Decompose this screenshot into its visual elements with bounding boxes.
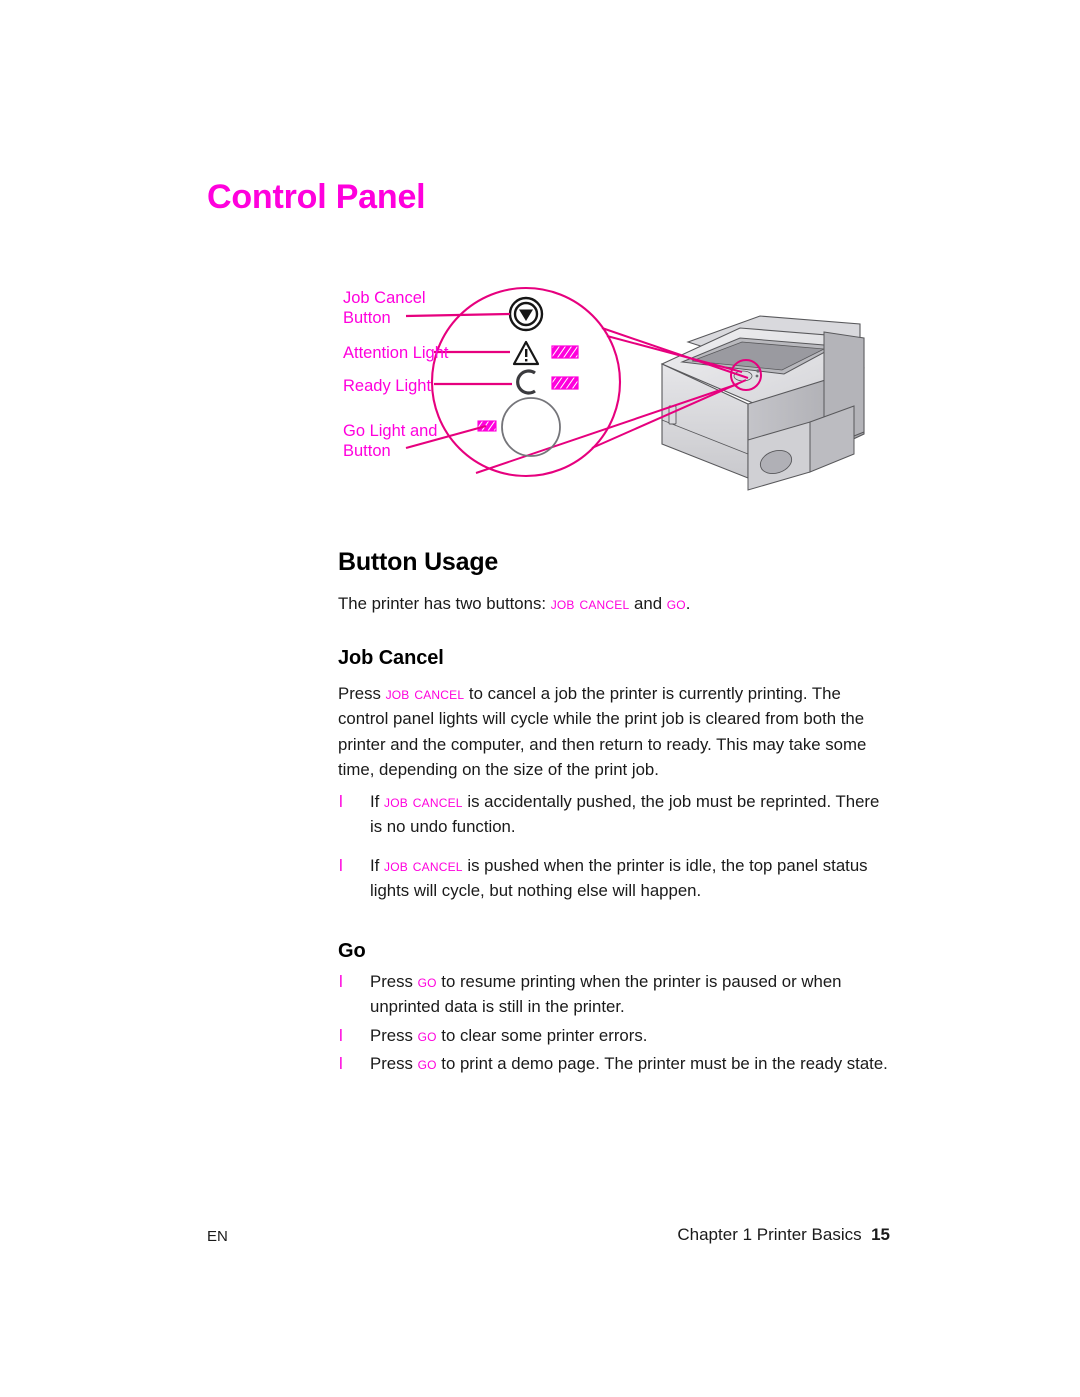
bullet-marker: l <box>339 1054 343 1073</box>
keyword-go: Go <box>417 1054 437 1073</box>
subsection-heading-go: Go <box>338 939 366 962</box>
bullet-text-before: Press <box>370 1054 418 1073</box>
intro-text-mid: and <box>629 594 667 613</box>
intro-text-after: . <box>685 594 691 613</box>
callout-go-light-and-button: Go Light and Button <box>343 422 438 460</box>
bullet-text-after: to clear some printer errors. <box>436 1025 648 1045</box>
list-item: l If Job Cancel is pushed when the printe… <box>338 853 890 904</box>
keyword-job-cancel: Job Cancel <box>384 791 463 811</box>
footer-language: EN <box>207 1228 228 1245</box>
footer-chapter-label: Chapter 1 Printer Basics <box>677 1225 862 1244</box>
bullet-text-after: to resume printing when the printer is p… <box>370 971 842 1017</box>
callout-ready-light: Ready Light <box>343 377 432 395</box>
job-cancel-paragraph: Press Job Cancel to cancel a job the pri… <box>338 681 890 783</box>
list-item: l Press Go to resume printing when the pr… <box>338 969 890 1020</box>
list-item: l Press Go to print a demo page. The prin… <box>338 1051 890 1077</box>
job-cancel-bullet-list: l If Job Cancel is accidentally pushed, t… <box>338 789 890 904</box>
footer-chapter-and-page: Chapter 1 Printer Basics 15 <box>677 1225 890 1245</box>
bullet-marker: l <box>339 855 343 875</box>
keyword-go: Go <box>417 971 437 991</box>
bullet-text-before: If <box>370 791 384 811</box>
bullet-marker: l <box>339 791 343 811</box>
list-item: l If Job Cancel is accidentally pushed, t… <box>338 789 890 840</box>
callout-job-cancel-button: Job Cancel Button <box>343 289 426 327</box>
keyword-job-cancel: Job Cancel <box>384 855 463 875</box>
bullet-marker: l <box>339 971 343 991</box>
attention-led <box>551 345 579 359</box>
keyword-go: Go <box>666 594 686 613</box>
bullet-text-before: If <box>370 855 384 875</box>
list-item: l Press Go to clear some printer errors. <box>338 1023 890 1049</box>
bullet-text-before: Press <box>370 971 418 991</box>
bullet-text-after: to print a demo page. The printer must b… <box>436 1054 888 1073</box>
intro-text-before: The printer has two buttons: <box>338 594 551 613</box>
paragraph-text-before: Press <box>338 683 386 703</box>
document-page: Control Panel Job Cancel Button Attentio… <box>0 0 1080 1397</box>
button-usage-intro: The printer has two buttons: Job Cancel … <box>338 591 890 617</box>
control-panel-figure: Job Cancel Button Attention Light Ready … <box>330 272 910 502</box>
keyword-go: Go <box>417 1025 437 1045</box>
section-heading-button-usage: Button Usage <box>338 548 499 576</box>
subsection-heading-job-cancel: Job Cancel <box>338 646 444 669</box>
keyword-job-cancel: Job Cancel <box>550 594 630 613</box>
go-led <box>477 420 497 432</box>
bullet-marker: l <box>339 1025 343 1045</box>
callout-attention-light: Attention Light <box>343 344 449 362</box>
keyword-job-cancel: Job Cancel <box>385 683 465 703</box>
go-bullet-list: l Press Go to resume printing when the pr… <box>338 969 890 1077</box>
page-title: Control Panel <box>207 178 426 216</box>
page-content: Button Usage The printer has two buttons… <box>338 548 890 1080</box>
footer-page-number: 15 <box>871 1225 890 1244</box>
job-cancel-icon-glyph <box>508 296 544 332</box>
bullet-text-before: Press <box>370 1025 418 1045</box>
ready-led <box>551 376 579 390</box>
